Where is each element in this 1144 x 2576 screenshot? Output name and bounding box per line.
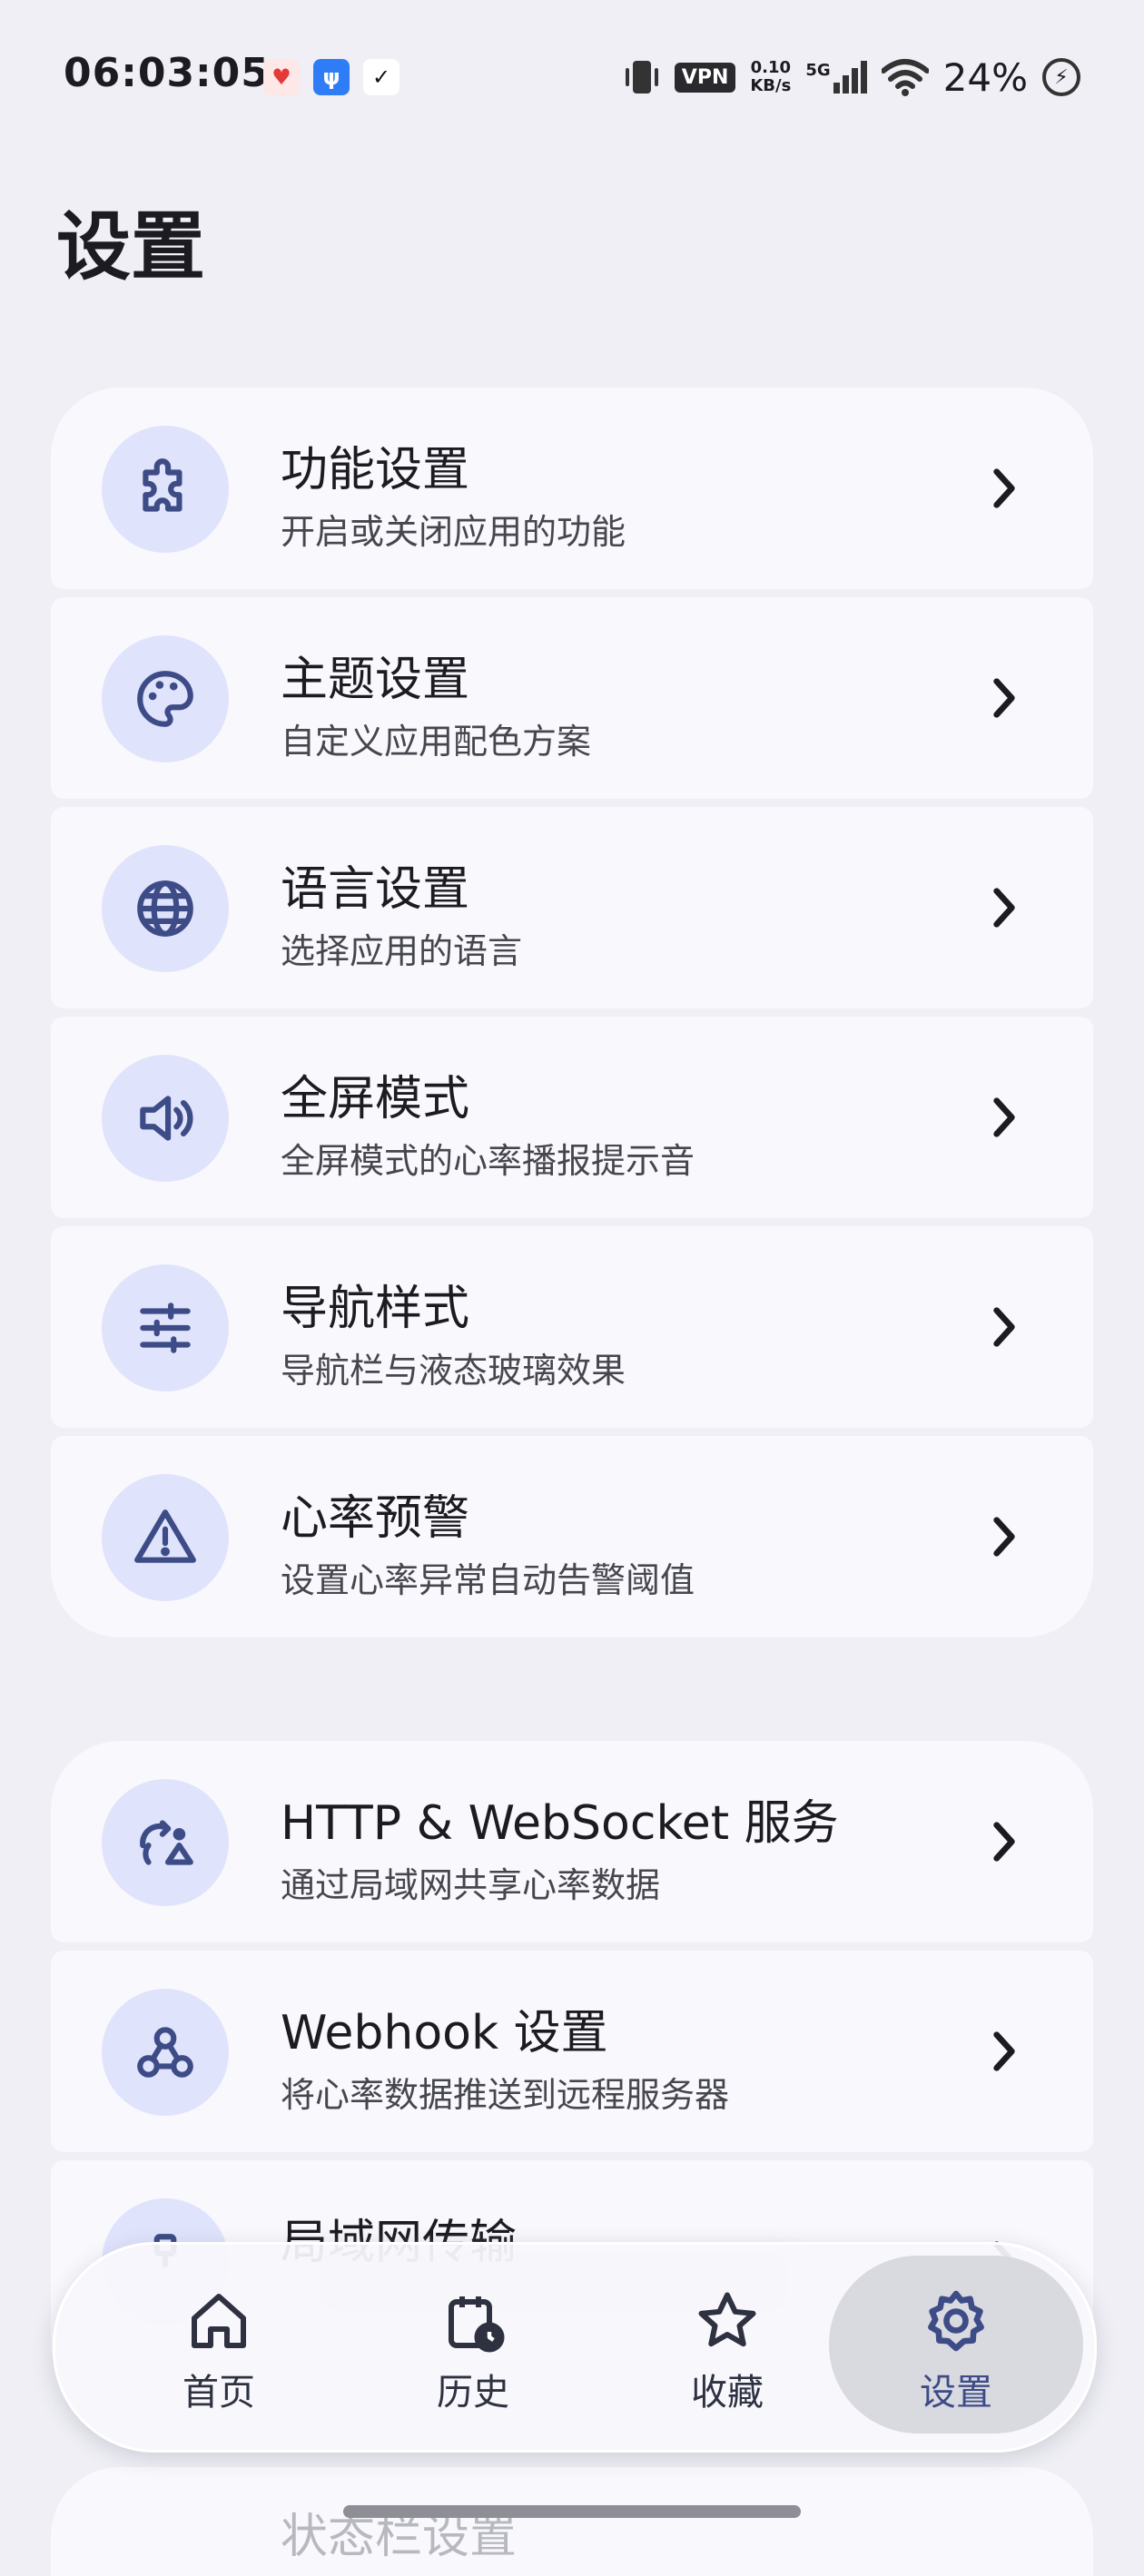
item-subtitle: 导航栏与液态玻璃效果 xyxy=(281,1351,626,1391)
nav-tab-home[interactable]: 首页 xyxy=(101,2245,337,2450)
globe-icon xyxy=(102,845,229,972)
settings-gear-icon xyxy=(928,2290,984,2352)
broadcast-icon xyxy=(102,1779,229,1906)
item-title: 导航样式 xyxy=(281,1282,470,1336)
history-icon xyxy=(449,2296,505,2353)
settings-item-heart-alert[interactable]: 心率预警 设置心率异常自动告警阈值 xyxy=(51,1436,1093,1637)
chevron-right-icon xyxy=(993,2031,1015,2071)
heart-app-icon: ♥ xyxy=(263,59,300,95)
usb-icon: ψ xyxy=(313,59,350,95)
nav-tab-favorites[interactable]: 收藏 xyxy=(609,2245,845,2450)
item-subtitle: 选择应用的语言 xyxy=(281,931,523,971)
item-subtitle: 通过局域网共享心率数据 xyxy=(281,1865,661,1905)
chevron-right-icon xyxy=(993,888,1015,928)
nav-tab-settings[interactable]: 设置 xyxy=(838,2245,1074,2450)
signal-icon: 5G xyxy=(805,61,867,93)
home-icon xyxy=(192,2294,246,2348)
warning-icon xyxy=(102,1474,229,1601)
volume-icon xyxy=(102,1055,229,1182)
puzzle-icon xyxy=(102,426,229,553)
chevron-right-icon xyxy=(993,1097,1015,1137)
settings-item-theme[interactable]: 主题设置 自定义应用配色方案 xyxy=(51,597,1093,799)
item-subtitle: 自定义应用配色方案 xyxy=(281,722,592,762)
status-bar: 06:03:05 ♥ ψ ✓ VPN 0.10 KB/s 5G 24% ⚡ xyxy=(0,0,1144,154)
item-title: 心率预警 xyxy=(281,1491,470,1546)
settings-item-features[interactable]: 功能设置 开启或关闭应用的功能 xyxy=(51,388,1093,589)
settings-item-language[interactable]: 语言设置 选择应用的语言 xyxy=(51,807,1093,1008)
chevron-right-icon xyxy=(993,1517,1015,1557)
item-subtitle: 全屏模式的心率播报提示音 xyxy=(281,1141,695,1181)
item-title: 语言设置 xyxy=(281,862,470,917)
item-title: Webhook 设置 xyxy=(281,2006,608,2060)
palette-icon xyxy=(102,635,229,762)
home-indicator[interactable] xyxy=(343,2505,801,2518)
vpn-badge: VPN xyxy=(674,62,736,93)
chevron-right-icon xyxy=(993,678,1015,718)
item-title: 全屏模式 xyxy=(281,1072,470,1126)
page-title: 设置 xyxy=(56,204,206,290)
settings-item-navigation[interactable]: 导航样式 导航栏与液态玻璃效果 xyxy=(51,1226,1093,1428)
item-subtitle: 开启或关闭应用的功能 xyxy=(281,512,626,552)
item-subtitle: 将心率数据推送到远程服务器 xyxy=(281,2075,730,2115)
charging-icon: ⚡ xyxy=(1042,58,1080,96)
battery-percent: 24% xyxy=(942,54,1028,100)
status-time: 06:03:05 xyxy=(64,50,270,96)
star-icon xyxy=(698,2292,756,2347)
settings-item-statusbar-peek[interactable] xyxy=(51,2467,1093,2576)
chevron-right-icon xyxy=(993,1822,1015,1862)
sliders-icon xyxy=(102,1264,229,1391)
nav-label: 首页 xyxy=(182,2372,255,2414)
item-title: HTTP & WebSocket 服务 xyxy=(281,1796,839,1851)
settings-item-http-websocket[interactable]: HTTP & WebSocket 服务 通过局域网共享心率数据 xyxy=(51,1741,1093,1942)
settings-item-webhook[interactable]: Webhook 设置 将心率数据推送到远程服务器 xyxy=(51,1951,1093,2152)
net-speed: 0.10 KB/s xyxy=(750,58,792,95)
webhook-icon xyxy=(102,1989,229,2116)
vibrate-icon xyxy=(625,61,658,93)
settings-item-fullscreen[interactable]: 全屏模式 全屏模式的心率播报提示音 xyxy=(51,1017,1093,1218)
chevron-right-icon xyxy=(993,1307,1015,1347)
item-title: 主题设置 xyxy=(281,653,470,707)
wifi-icon xyxy=(881,59,929,96)
item-subtitle: 设置心率异常自动告警阈值 xyxy=(281,1560,695,1600)
nav-label: 收藏 xyxy=(691,2372,764,2414)
chevron-right-icon xyxy=(993,468,1015,508)
nav-tab-history[interactable]: 历史 xyxy=(355,2245,591,2450)
nav-label: 设置 xyxy=(920,2372,992,2414)
bottom-navigation: 首页 历史 收藏 设置 xyxy=(53,2242,1097,2453)
check-app-icon: ✓ xyxy=(363,59,399,95)
item-title: 功能设置 xyxy=(281,443,470,497)
nav-label: 历史 xyxy=(437,2372,509,2414)
